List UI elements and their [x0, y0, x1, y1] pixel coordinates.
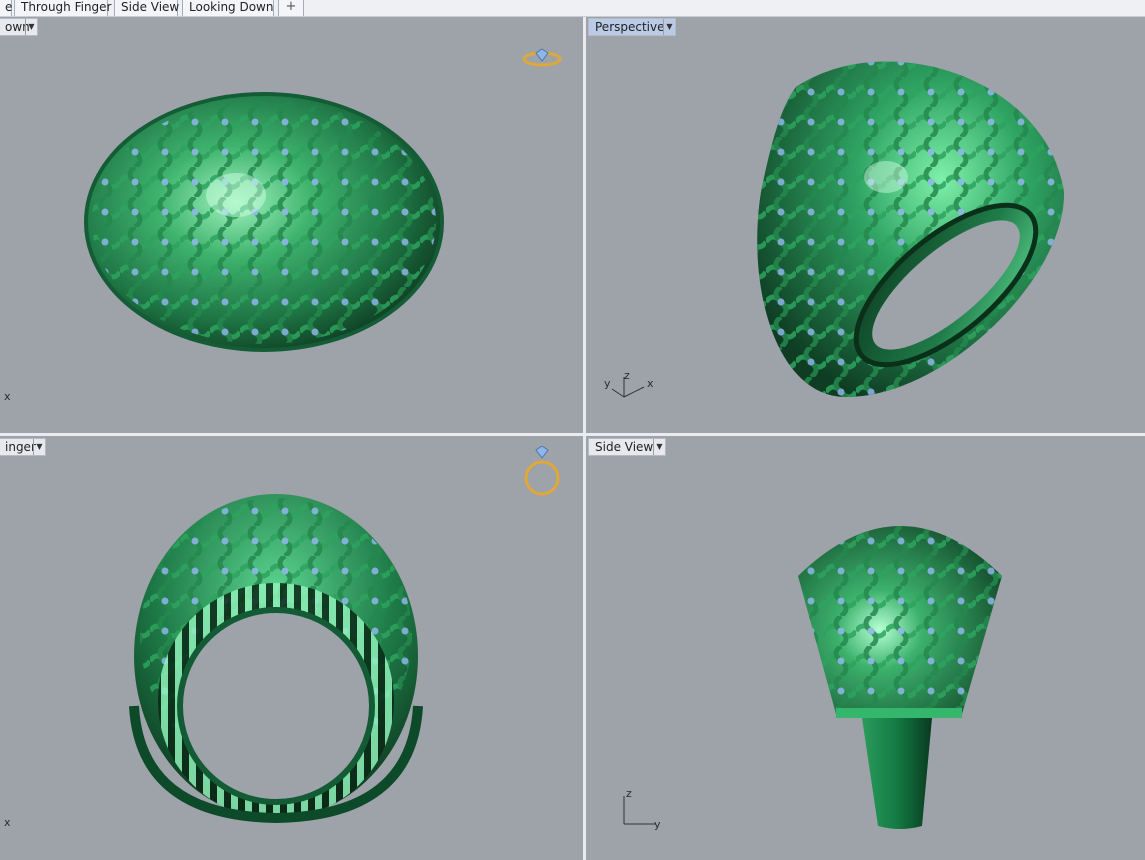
viewport-top-left[interactable]: own ▼ x [0, 17, 583, 433]
rhino-window: e Through Finger Side View Looking Down … [0, 0, 1145, 860]
viewport-through-finger[interactable]: inger ▼ x [0, 436, 583, 860]
tab-through-finger[interactable]: Through Finger [14, 0, 112, 16]
tab-looking-down-partial[interactable]: e [0, 0, 12, 16]
axis-z-label: z [626, 787, 632, 800]
viewport-splitter-vertical[interactable] [583, 17, 586, 860]
ring-render-top [84, 92, 444, 352]
ring-render-front [129, 494, 423, 824]
viewport-perspective[interactable]: Perspective ▼ y z x [586, 17, 1145, 433]
tab-looking-down[interactable]: Looking Down [182, 0, 274, 16]
axis-x-label: x [4, 816, 11, 829]
axis-y-label: y [654, 818, 661, 831]
ring-front-icon [524, 446, 560, 496]
viewport-tab-bar: e Through Finger Side View Looking Down … [0, 0, 1145, 17]
axis-z-label: z [624, 369, 630, 382]
ring-render-side [798, 526, 1002, 829]
viewport-splitter-horizontal[interactable] [0, 433, 1145, 436]
tab-side-view[interactable]: Side View [114, 0, 179, 16]
ring-render-perspective [757, 61, 1065, 397]
axis-y-label: y [604, 377, 611, 390]
ring-top-icon [522, 48, 562, 67]
axis-x-label: x [647, 377, 654, 390]
add-tab-button[interactable]: + [278, 0, 304, 16]
axis-x-label: x [4, 390, 11, 403]
viewport-side-view[interactable]: Side View ▼ z y [586, 436, 1145, 860]
